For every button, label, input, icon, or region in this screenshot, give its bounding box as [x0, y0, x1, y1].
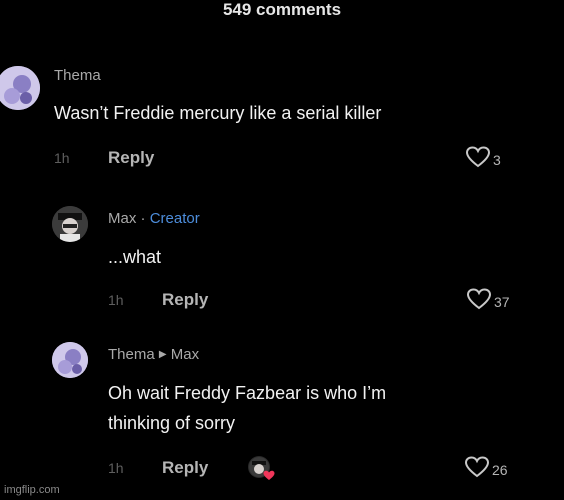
heart-outline-icon	[465, 146, 491, 173]
reply-button[interactable]: Reply	[162, 458, 208, 478]
comment-time: 1h	[108, 292, 124, 308]
comment-max: Max · Creator ...what 1h Reply 37	[0, 200, 564, 320]
comment-username[interactable]: Max	[108, 210, 136, 227]
reply-button[interactable]: Reply	[162, 290, 208, 310]
comment-text-line-1: Oh wait Freddy Fazbear is who I’m	[108, 383, 387, 403]
comment-text: Wasn’t Freddie mercury like a serial kil…	[54, 103, 382, 123]
comment-text: ...what	[108, 247, 162, 267]
comment-username-line: Thema ▶ Max	[108, 346, 199, 363]
creator-liked-icon	[248, 456, 275, 480]
comment-text-line-2: thinking of sorry	[108, 413, 236, 433]
like-button[interactable]: 26	[464, 456, 508, 483]
comment-time: 1h	[54, 150, 70, 166]
heart-outline-icon	[464, 456, 490, 483]
like-button[interactable]: 3	[465, 146, 501, 173]
reply-to-username[interactable]: Max	[171, 346, 199, 363]
reply-arrow-icon: ▶	[158, 349, 167, 360]
separator-dot: ·	[140, 210, 146, 227]
reply-button[interactable]: Reply	[108, 148, 154, 168]
like-count: 37	[494, 293, 510, 310]
avatar[interactable]	[0, 66, 40, 110]
comment-username[interactable]: Thema	[108, 346, 155, 363]
comment-username-line: Max · Creator	[108, 210, 200, 227]
comment-time: 1h	[108, 460, 124, 476]
avatar[interactable]	[52, 342, 88, 378]
comment-username[interactable]: Thema	[54, 67, 101, 84]
comment-thema-reply: Thema ▶ Max Oh wait Freddy Fazbear is wh…	[0, 338, 564, 488]
comments-count-title: 549 comments	[222, 0, 342, 19]
heart-outline-icon	[466, 288, 492, 315]
comment-thema: Thema Wasn’t Freddie mercury like a seri…	[0, 60, 564, 180]
like-button[interactable]: 37	[466, 288, 510, 315]
watermark: imgflip.com	[4, 484, 60, 496]
like-count: 3	[493, 151, 501, 168]
avatar[interactable]	[52, 206, 88, 242]
creator-badge: Creator	[149, 210, 200, 227]
like-count: 26	[492, 461, 508, 478]
